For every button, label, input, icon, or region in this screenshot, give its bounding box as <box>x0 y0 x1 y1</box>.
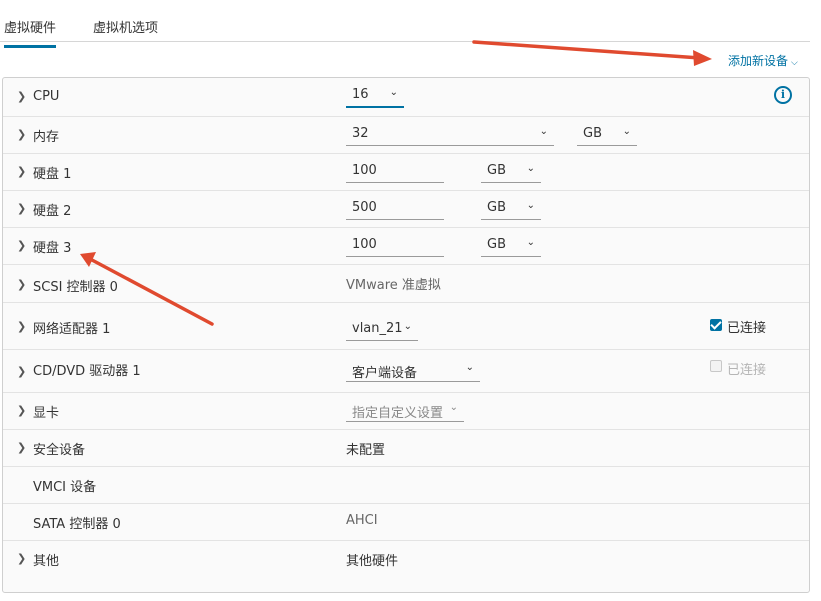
annotation-arrows <box>80 40 712 326</box>
arrow-to-add-device <box>472 40 712 66</box>
arrow-to-disk-3 <box>80 252 214 326</box>
